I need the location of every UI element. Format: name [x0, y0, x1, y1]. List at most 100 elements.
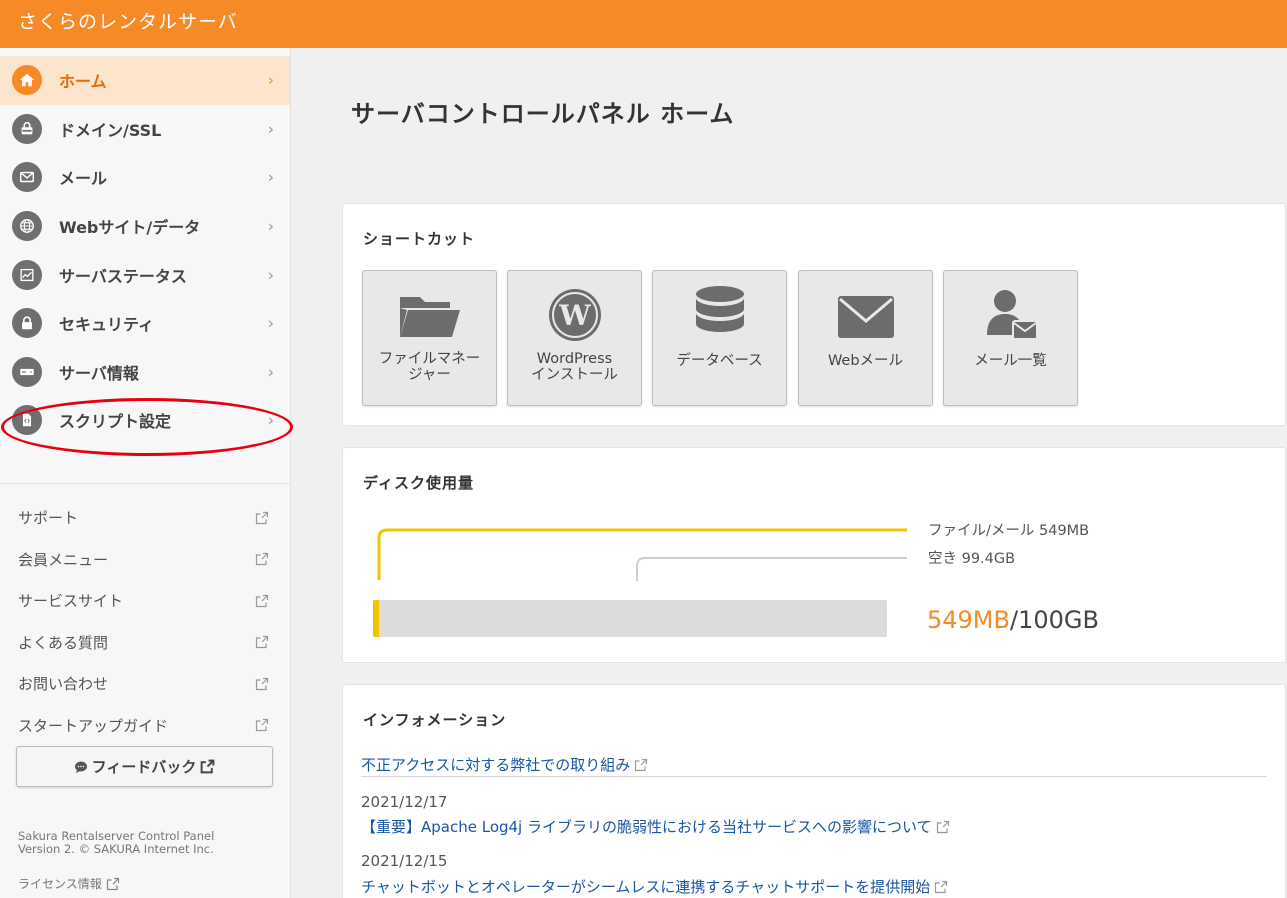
shortcut-label-line1: WordPress	[536, 351, 613, 367]
legend-used: ファイル/メール 549MB	[928, 523, 1090, 539]
info-link-text: 【重要】Apache Log4j ライブラリの脆弱性における当社サービスへの影響…	[361, 818, 932, 836]
disk-usage-bar	[373, 600, 887, 637]
external-link-icon	[935, 880, 948, 893]
feedback-label: フィードバック	[91, 758, 197, 776]
link-label: サポート	[18, 509, 79, 528]
shortcut-webmail[interactable]: Webメール	[798, 270, 933, 406]
info-link[interactable]: チャットボットとオペレーターがシームレスに連携するチャットサポートを提供開始	[361, 876, 948, 897]
shortcut-label: データベース	[653, 353, 786, 369]
sidebar-item-mail[interactable]: メール ›	[0, 153, 290, 202]
external-link-icon	[255, 594, 269, 607]
disk-usage-total: 549MB/100GB	[927, 606, 1099, 634]
shortcut-title: ショートカット	[363, 230, 476, 248]
sidebar-item-home[interactable]: ホーム ›	[0, 56, 290, 105]
shortcut-label-line1: ファイルマネー	[378, 351, 481, 367]
disk-usage-bar-fill	[373, 600, 379, 637]
info-link-text: 不正アクセスに対する弊社での取り組み	[361, 756, 631, 774]
chevron-right-icon: ›	[267, 216, 274, 236]
disk-usage-card: ディスク使用量 ファイル/メール 549MB 空き 99.4GB 549MB/1…	[342, 447, 1286, 663]
external-link-icon	[106, 877, 119, 890]
shortcut-file-manager[interactable]: ファイルマネー ジャー	[362, 270, 497, 406]
license-label: ライセンス情報	[18, 877, 102, 891]
link-startup-guide[interactable]: スタートアップガイド	[0, 705, 291, 747]
folder-icon	[399, 297, 460, 337]
chevron-right-icon: ›	[267, 167, 274, 187]
link-contact[interactable]: お問い合わせ	[0, 663, 291, 705]
sidebar-item-label: スクリプト設定	[59, 412, 172, 432]
database-icon	[695, 286, 744, 332]
lock-icon	[12, 308, 42, 339]
sidebar-item-label: セキュリティ	[59, 315, 155, 335]
sidebar-item-label: ホーム	[59, 72, 107, 92]
shortcut-label-line1: Webメール	[827, 353, 904, 369]
shortcut-label-line2: インストール	[531, 367, 618, 383]
chevron-right-icon: ›	[267, 70, 274, 90]
shortcut-label-line1: データベース	[676, 353, 763, 369]
sidebar-item-label: ドメイン/SSL	[59, 120, 162, 140]
link-faq[interactable]: よくある質問	[0, 622, 291, 664]
sidebar-item-label: Webサイト/データ	[59, 218, 201, 238]
chat-bubble-icon	[74, 761, 87, 773]
link-label: スタートアップガイド	[18, 716, 169, 735]
information-title: インフォメーション	[363, 711, 507, 729]
link-label: 会員メニュー	[18, 550, 109, 569]
info-date: 2021/12/17	[361, 793, 448, 811]
info-link[interactable]: 不正アクセスに対する弊社での取り組み	[361, 754, 648, 775]
app-header: さくらのレンタルサーバ	[0, 0, 1287, 48]
external-link-icon	[255, 636, 269, 649]
shortcut-database[interactable]: データベース	[652, 270, 787, 406]
external-link-icon	[255, 553, 269, 566]
link-service-site[interactable]: サービスサイト	[0, 580, 291, 622]
chevron-right-icon: ›	[267, 410, 274, 430]
external-link-icon	[255, 677, 269, 690]
link-member-menu[interactable]: 会員メニュー	[0, 539, 291, 581]
disk-total-value: /100GB	[1009, 606, 1099, 634]
disk-used-value: 549MB	[927, 606, 1010, 634]
footer-line2: Version 2. © SAKURA Internet Inc.	[18, 842, 214, 856]
license-link[interactable]: ライセンス情報	[18, 875, 120, 892]
shortcut-label: Webメール	[799, 353, 932, 369]
page-title: サーバコントロールパネル ホーム	[351, 100, 735, 128]
link-support[interactable]: サポート	[0, 497, 291, 539]
sidebar-item-server-info[interactable]: サーバ情報 ›	[0, 348, 290, 397]
sidebar-item-label: サーバステータス	[59, 266, 187, 286]
shortcut-wordpress-install[interactable]: W WordPress インストール	[507, 270, 642, 406]
feedback-button[interactable]: フィードバック	[16, 746, 273, 787]
info-link-text: チャットボットとオペレーターがシームレスに連携するチャットサポートを提供開始	[361, 878, 931, 896]
chevron-right-icon: ›	[267, 265, 274, 285]
shortcut-label-line2: ジャー	[408, 367, 451, 383]
wordpress-icon: W	[548, 289, 601, 341]
information-card: インフォメーション 不正アクセスに対する弊社での取り組み 2021/12/17 …	[342, 684, 1286, 898]
envelope-icon	[837, 296, 894, 338]
info-divider	[361, 776, 1267, 777]
sidebar-item-website-data[interactable]: Webサイト/データ ›	[0, 202, 290, 251]
user-mail-icon	[986, 290, 1038, 340]
shortcut-mail-list[interactable]: メール一覧	[943, 270, 1078, 406]
home-icon	[12, 65, 42, 96]
app-title: さくらのレンタルサーバ	[18, 11, 238, 33]
chart-icon	[12, 259, 42, 290]
info-link[interactable]: 【重要】Apache Log4j ライブラリの脆弱性における当社サービスへの影響…	[361, 816, 950, 837]
script-file-icon	[12, 405, 42, 436]
domain-lock-icon	[12, 113, 42, 144]
sidebar-item-security[interactable]: セキュリティ ›	[0, 299, 290, 348]
chevron-right-icon: ›	[267, 362, 274, 382]
link-label: よくある質問	[18, 633, 109, 652]
sidebar-item-script-settings[interactable]: スクリプト設定 ›	[0, 396, 290, 445]
sidebar-item-label: サーバ情報	[59, 363, 139, 383]
sidebar-item-server-status[interactable]: サーバステータス ›	[0, 250, 290, 299]
globe-icon	[12, 211, 42, 242]
footer-copyright: Sakura Rentalserver Control Panel Versio…	[18, 830, 214, 856]
external-links: サポート 会員メニュー サービスサイト よくある質問 お問い合わせ スタートアッ…	[0, 483, 291, 746]
chevron-right-icon: ›	[267, 313, 274, 333]
external-link-icon	[200, 759, 215, 774]
shortcut-card: ショートカット ファイルマネー ジャー W WordPress インストール デ…	[342, 203, 1286, 426]
chevron-right-icon: ›	[267, 119, 274, 139]
shortcut-label: メール一覧	[944, 353, 1077, 369]
shortcut-label: ファイルマネー ジャー	[363, 351, 496, 383]
mail-icon	[12, 162, 42, 193]
sidebar: ホーム › ドメイン/SSL › メール › Webサイト/データ › サーバス…	[0, 48, 293, 898]
link-label: お問い合わせ	[18, 675, 109, 694]
sidebar-item-domain-ssl[interactable]: ドメイン/SSL ›	[0, 105, 290, 154]
server-icon	[12, 356, 42, 387]
